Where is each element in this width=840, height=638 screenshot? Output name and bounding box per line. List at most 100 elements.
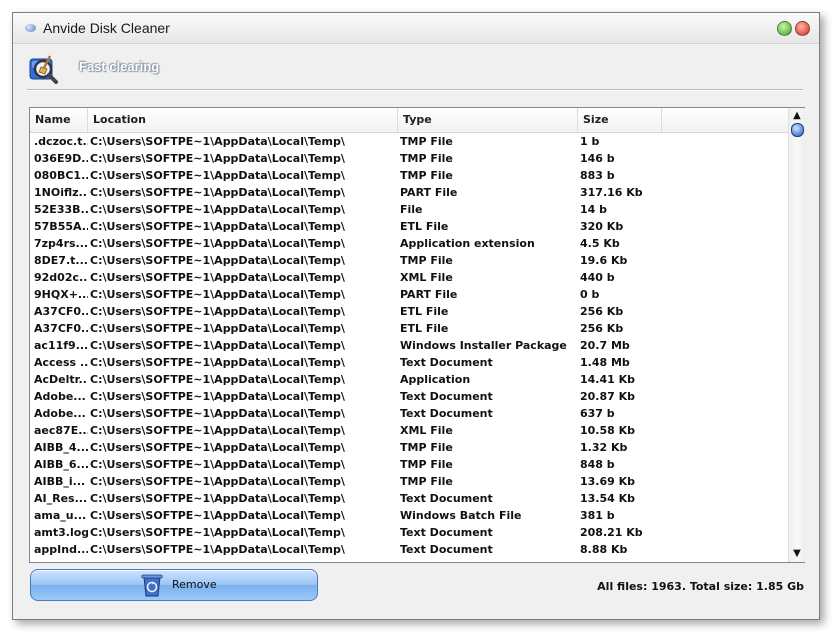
table-row[interactable]: 036E9D... C:\Users\SOFTPE~1\AppData\Local… [30, 150, 788, 167]
cell-name: AIBB_6... [34, 458, 88, 471]
file-list[interactable]: Name Location Type Size .dczoc.t...C:\Us… [29, 107, 805, 563]
cell-name: 036E9D... [34, 152, 88, 165]
column-header-name[interactable]: Name [30, 108, 88, 132]
cell-location: C:\Users\SOFTPE~1\AppData\Local\Temp\ [90, 390, 345, 403]
table-row[interactable]: A37CF0... C:\Users\SOFTPE~1\AppData\Local… [30, 303, 788, 320]
table-row[interactable]: 080BC1... C:\Users\SOFTPE~1\AppData\Local… [30, 167, 788, 184]
app-window: Anvide Disk Cleaner Fast clearing Name L… [12, 12, 820, 620]
cell-name: AI_Res... [34, 492, 88, 505]
cell-size: 883 b [580, 169, 615, 182]
cell-location: C:\Users\SOFTPE~1\AppData\Local\Temp\ [90, 271, 345, 284]
table-row[interactable]: AcDeltr... C:\Users\SOFTPE~1\AppData\Loca… [30, 371, 788, 388]
cell-type: TMP File [400, 135, 453, 148]
cell-size: 320 Kb [580, 220, 624, 233]
cell-size: 1.32 Kb [580, 441, 628, 454]
cell-location: C:\Users\SOFTPE~1\AppData\Local\Temp\ [90, 254, 345, 267]
cell-size: 14.41 Kb [580, 373, 636, 386]
table-row[interactable]: Adobe... C:\Users\SOFTPE~1\AppData\Local\… [30, 405, 788, 422]
remove-button[interactable]: Remove [30, 569, 318, 601]
remove-button-label: Remove [172, 578, 217, 591]
cell-size: 317.16 Kb [580, 186, 643, 199]
cell-size: 10.58 Kb [580, 424, 636, 437]
cell-name: ac11f9... [34, 339, 88, 352]
cell-location: C:\Users\SOFTPE~1\AppData\Local\Temp\ [90, 441, 345, 454]
cell-type: Text Document [400, 390, 493, 403]
cell-name: .dczoc.t... [34, 135, 88, 148]
table-row[interactable]: Access ... C:\Users\SOFTPE~1\AppData\Loca… [30, 354, 788, 371]
cell-name: 1NOiflz... [34, 186, 88, 199]
table-row[interactable]: 92d02c... C:\Users\SOFTPE~1\AppData\Local… [30, 269, 788, 286]
scroll-thumb[interactable] [791, 123, 804, 137]
vertical-scrollbar[interactable]: ▲ ▼ [788, 108, 805, 562]
cell-name: A37CF0... [34, 322, 88, 335]
cell-type: Text Document [400, 543, 493, 556]
scroll-down-arrow-icon[interactable]: ▼ [789, 546, 805, 562]
cell-name: amt3.log [34, 526, 88, 539]
table-row[interactable]: AIBB_6... C:\Users\SOFTPE~1\AppData\Local… [30, 456, 788, 473]
table-row[interactable]: 8DE7.t... C:\Users\SOFTPE~1\AppData\Local… [30, 252, 788, 269]
table-row[interactable]: ama_u... C:\Users\SOFTPE~1\AppData\Local\… [30, 507, 788, 524]
cell-size: 1.48 Mb [580, 356, 630, 369]
cell-type: Application [400, 373, 471, 386]
cell-type: ETL File [400, 322, 449, 335]
cell-location: C:\Users\SOFTPE~1\AppData\Local\Temp\ [90, 339, 345, 352]
cell-size: 19.6 Kb [580, 254, 628, 267]
table-row[interactable]: ac11f9... C:\Users\SOFTPE~1\AppData\Local… [30, 337, 788, 354]
table-row[interactable]: Adobe... C:\Users\SOFTPE~1\AppData\Local\… [30, 388, 788, 405]
cell-type: TMP File [400, 458, 453, 471]
table-row[interactable]: .dczoc.t...C:\Users\SOFTPE~1\AppData\Loc… [30, 133, 788, 150]
table-row[interactable]: aec87E... C:\Users\SOFTPE~1\AppData\Local… [30, 422, 788, 439]
recycle-bin-icon [141, 574, 163, 597]
column-header-size[interactable]: Size [578, 108, 662, 132]
cell-size: 20.87 Kb [580, 390, 636, 403]
cell-size: 14 b [580, 203, 608, 216]
list-rows: .dczoc.t...C:\Users\SOFTPE~1\AppData\Loc… [30, 133, 788, 561]
cell-name: 8DE7.t... [34, 254, 88, 267]
table-row[interactable]: 9HQX+... C:\Users\SOFTPE~1\AppData\Local\… [30, 286, 788, 303]
table-row[interactable]: 52E33B... C:\Users\SOFTPE~1\AppData\Local… [30, 201, 788, 218]
cell-type: TMP File [400, 169, 453, 182]
table-row[interactable]: AIBB_4... C:\Users\SOFTPE~1\AppData\Local… [30, 439, 788, 456]
table-row[interactable]: A37CF0... C:\Users\SOFTPE~1\AppData\Local… [30, 320, 788, 337]
cell-name: Adobe... [34, 407, 86, 420]
cell-location: C:\Users\SOFTPE~1\AppData\Local\Temp\ [90, 458, 345, 471]
cell-name: Adobe... [34, 390, 86, 403]
cell-name: AIBB_4... [34, 441, 88, 454]
column-header-type[interactable]: Type [398, 108, 578, 132]
cell-type: TMP File [400, 475, 453, 488]
cell-type: TMP File [400, 441, 453, 454]
table-row[interactable]: amt3.log C:\Users\SOFTPE~1\AppData\Local\… [30, 524, 788, 541]
table-row[interactable]: 7zp4rs... C:\Users\SOFTPE~1\AppData\Local… [30, 235, 788, 252]
table-row[interactable]: AI_Res... C:\Users\SOFTPE~1\AppData\Local… [30, 490, 788, 507]
cell-name: Access ... [34, 356, 88, 369]
cell-name: appInd... [34, 543, 88, 556]
mode-label: Fast clearing [79, 59, 160, 74]
scroll-up-arrow-icon[interactable]: ▲ [789, 108, 805, 124]
cell-type: Text Document [400, 492, 493, 505]
cell-location: C:\Users\SOFTPE~1\AppData\Local\Temp\ [90, 203, 345, 216]
close-button[interactable] [795, 21, 810, 36]
cell-name: 9HQX+... [34, 288, 88, 301]
cell-name: 92d02c... [34, 271, 88, 284]
column-header-location[interactable]: Location [88, 108, 398, 132]
cell-location: C:\Users\SOFTPE~1\AppData\Local\Temp\ [90, 288, 345, 301]
cell-name: ama_u... [34, 509, 87, 522]
table-row[interactable]: 57B55A...C:\Users\SOFTPE~1\AppData\Local… [30, 218, 788, 235]
cell-size: 146 b [580, 152, 615, 165]
cell-type: Windows Installer Package [400, 339, 567, 352]
cell-location: C:\Users\SOFTPE~1\AppData\Local\Temp\ [90, 237, 345, 250]
cell-size: 381 b [580, 509, 615, 522]
table-row[interactable]: AIBB_i... C:\Users\SOFTPE~1\AppData\Local… [30, 473, 788, 490]
cell-location: C:\Users\SOFTPE~1\AppData\Local\Temp\ [90, 424, 345, 437]
title-bar[interactable]: Anvide Disk Cleaner [13, 13, 819, 44]
cell-type: File [400, 203, 423, 216]
cell-size: 13.69 Kb [580, 475, 636, 488]
table-row[interactable]: 1NOiflz... C:\Users\SOFTPE~1\AppData\Loca… [30, 184, 788, 201]
cell-location: C:\Users\SOFTPE~1\AppData\Local\Temp\ [90, 135, 345, 148]
cell-type: XML File [400, 271, 453, 284]
cell-location: C:\Users\SOFTPE~1\AppData\Local\Temp\ [90, 186, 345, 199]
minimize-button[interactable] [777, 21, 792, 36]
table-row[interactable]: appInd... C:\Users\SOFTPE~1\AppData\Local… [30, 541, 788, 558]
cell-name: AIBB_i... [34, 475, 86, 488]
cell-type: Application extension [400, 237, 535, 250]
